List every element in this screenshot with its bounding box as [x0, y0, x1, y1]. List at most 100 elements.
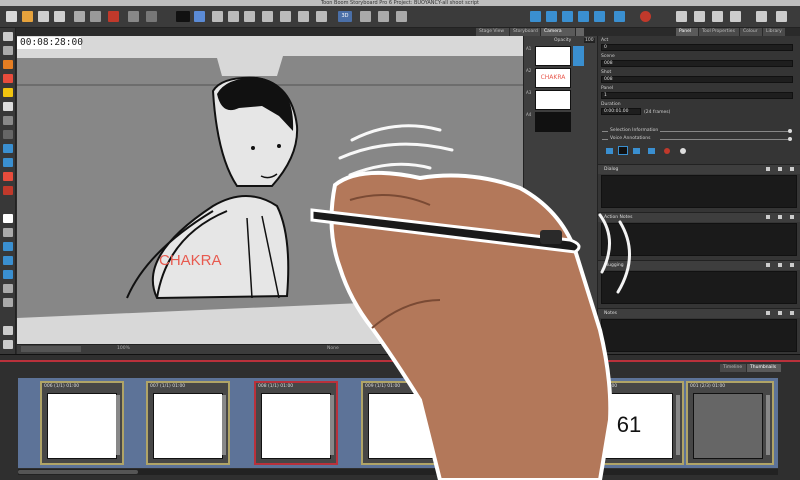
dropper-tool-icon[interactable]	[3, 186, 13, 195]
camera-tool-icon[interactable]	[3, 256, 13, 265]
layout-icon[interactable]	[212, 11, 223, 22]
tab-close-icon[interactable]	[576, 28, 584, 36]
window-icon[interactable]	[790, 263, 794, 267]
layer-row[interactable]: A1	[526, 46, 594, 66]
layout-5-icon[interactable]	[280, 11, 291, 22]
thumbnail-panel[interactable]: 009 (1/1) 01:00	[361, 381, 445, 465]
view-5-icon[interactable]	[756, 11, 767, 22]
action-notes-field[interactable]	[601, 223, 797, 256]
window-icon[interactable]	[778, 167, 782, 171]
tab-timeline[interactable]: Timeline	[720, 364, 746, 372]
opacity-value[interactable]: 100	[584, 38, 595, 43]
voice-delete-icon[interactable]	[680, 148, 686, 154]
camera-icon[interactable]	[360, 11, 371, 22]
new-icon[interactable]	[6, 11, 17, 22]
paste-icon[interactable]	[90, 11, 101, 22]
edit-icon[interactable]	[766, 263, 770, 267]
scene-field[interactable]: 008	[601, 60, 793, 67]
next-frame-icon[interactable]	[578, 11, 589, 22]
3d-icon[interactable]: 3D	[338, 11, 352, 22]
tab-colour[interactable]: Colour	[740, 28, 762, 36]
edit-icon[interactable]	[766, 167, 770, 171]
window-icon[interactable]	[778, 215, 782, 219]
polyline-tool-icon[interactable]	[3, 172, 13, 181]
layer-row[interactable]: A2 CHAKRA	[526, 68, 594, 88]
view-icon[interactable]	[676, 11, 687, 22]
shot-field[interactable]: 008	[601, 76, 793, 83]
volume-icon[interactable]	[614, 11, 625, 22]
layout-4-icon[interactable]	[262, 11, 273, 22]
morph-tool-icon[interactable]	[3, 298, 13, 307]
undo-icon[interactable]	[146, 11, 157, 22]
scissors-icon[interactable]	[74, 11, 85, 22]
window-icon[interactable]	[778, 311, 782, 315]
slugging-field[interactable]	[601, 271, 797, 304]
tab-stage-view[interactable]: Stage View	[476, 28, 509, 36]
zoom-level[interactable]: 100%	[117, 346, 130, 351]
perspective-tool-icon[interactable]	[3, 270, 13, 279]
ellipse-tool-icon[interactable]	[3, 158, 13, 167]
view-3-icon[interactable]	[712, 11, 723, 22]
voice-play-icon[interactable]	[633, 148, 640, 154]
open-icon[interactable]	[22, 11, 33, 22]
paint-tool-icon[interactable]	[3, 88, 13, 97]
selection-slider[interactable]	[660, 131, 788, 132]
voice-rewind-icon[interactable]	[606, 148, 613, 154]
edit-icon[interactable]	[766, 215, 770, 219]
layer-row[interactable]: A3	[526, 90, 594, 110]
loop-icon[interactable]	[594, 11, 605, 22]
rotate-icon[interactable]	[396, 11, 407, 22]
duration-field[interactable]: 0:00:01.00	[601, 108, 641, 115]
line-tool-icon[interactable]	[3, 130, 13, 139]
zoom-tool-icon[interactable]	[3, 228, 13, 237]
tab-panel[interactable]: Panel	[676, 28, 698, 36]
voice-slider-knob[interactable]	[788, 137, 792, 141]
voice-forward-icon[interactable]	[648, 148, 655, 154]
edit-icon[interactable]	[766, 311, 770, 315]
selection-slider-knob[interactable]	[788, 129, 792, 133]
layout-6-icon[interactable]	[298, 11, 309, 22]
voice-slider[interactable]	[660, 139, 788, 140]
tab-tool-properties[interactable]: Tool Properties	[699, 28, 739, 36]
snap-icon[interactable]	[3, 340, 13, 349]
view-4-icon[interactable]	[730, 11, 741, 22]
rotate-view-icon[interactable]	[3, 242, 13, 251]
dialog-section-header[interactable]: Dialog	[598, 164, 800, 174]
rectangle-tool-icon[interactable]	[3, 144, 13, 153]
voice-stop-icon[interactable]	[618, 146, 628, 155]
layout-3-icon[interactable]	[244, 11, 255, 22]
record-voice-icon[interactable]	[640, 11, 651, 22]
stage-view[interactable]: CHAKRA	[17, 36, 523, 344]
thumbnail-panel-selected[interactable]: 008 (1/1) 01:00	[254, 381, 338, 465]
thumbnail-scrollbar-thumb[interactable]	[18, 470, 138, 474]
thumbnail-strip[interactable]: 006 (1/1) 01:00 007 (1/1) 01:00 008 (1/1…	[18, 378, 778, 468]
view-6-icon[interactable]	[776, 11, 787, 22]
thumbnail-panel[interactable]: 007 (1/1) 01:00	[146, 381, 230, 465]
pencil-tool-icon[interactable]	[3, 74, 13, 83]
layout-7-icon[interactable]	[316, 11, 327, 22]
slugging-section-header[interactable]: Slugging	[598, 260, 800, 270]
view-2-icon[interactable]	[694, 11, 705, 22]
window-icon[interactable]	[778, 263, 782, 267]
gear-icon[interactable]	[128, 11, 139, 22]
play-icon[interactable]	[562, 11, 573, 22]
record-icon[interactable]	[108, 11, 119, 22]
eraser-tool-icon[interactable]	[3, 102, 13, 111]
notes-section-header[interactable]: Notes	[598, 308, 800, 318]
status-icons[interactable]	[21, 346, 81, 352]
previous-frame-icon[interactable]	[546, 11, 557, 22]
select-tool-icon[interactable]	[3, 32, 13, 41]
hand-tool-icon[interactable]	[3, 214, 13, 223]
text-tool-icon[interactable]	[3, 116, 13, 125]
save-icon[interactable]	[38, 11, 49, 22]
act-field[interactable]: 0	[601, 44, 793, 51]
copy-icon[interactable]	[54, 11, 65, 22]
first-frame-icon[interactable]	[530, 11, 541, 22]
window-icon[interactable]	[790, 167, 794, 171]
layout-2-icon[interactable]	[228, 11, 239, 22]
tab-storyboard[interactable]: Storyboard	[510, 28, 540, 36]
grid-icon[interactable]	[176, 11, 190, 22]
dialog-field[interactable]	[601, 175, 797, 208]
voice-record-icon[interactable]	[664, 148, 670, 154]
fit-icon[interactable]	[378, 11, 389, 22]
